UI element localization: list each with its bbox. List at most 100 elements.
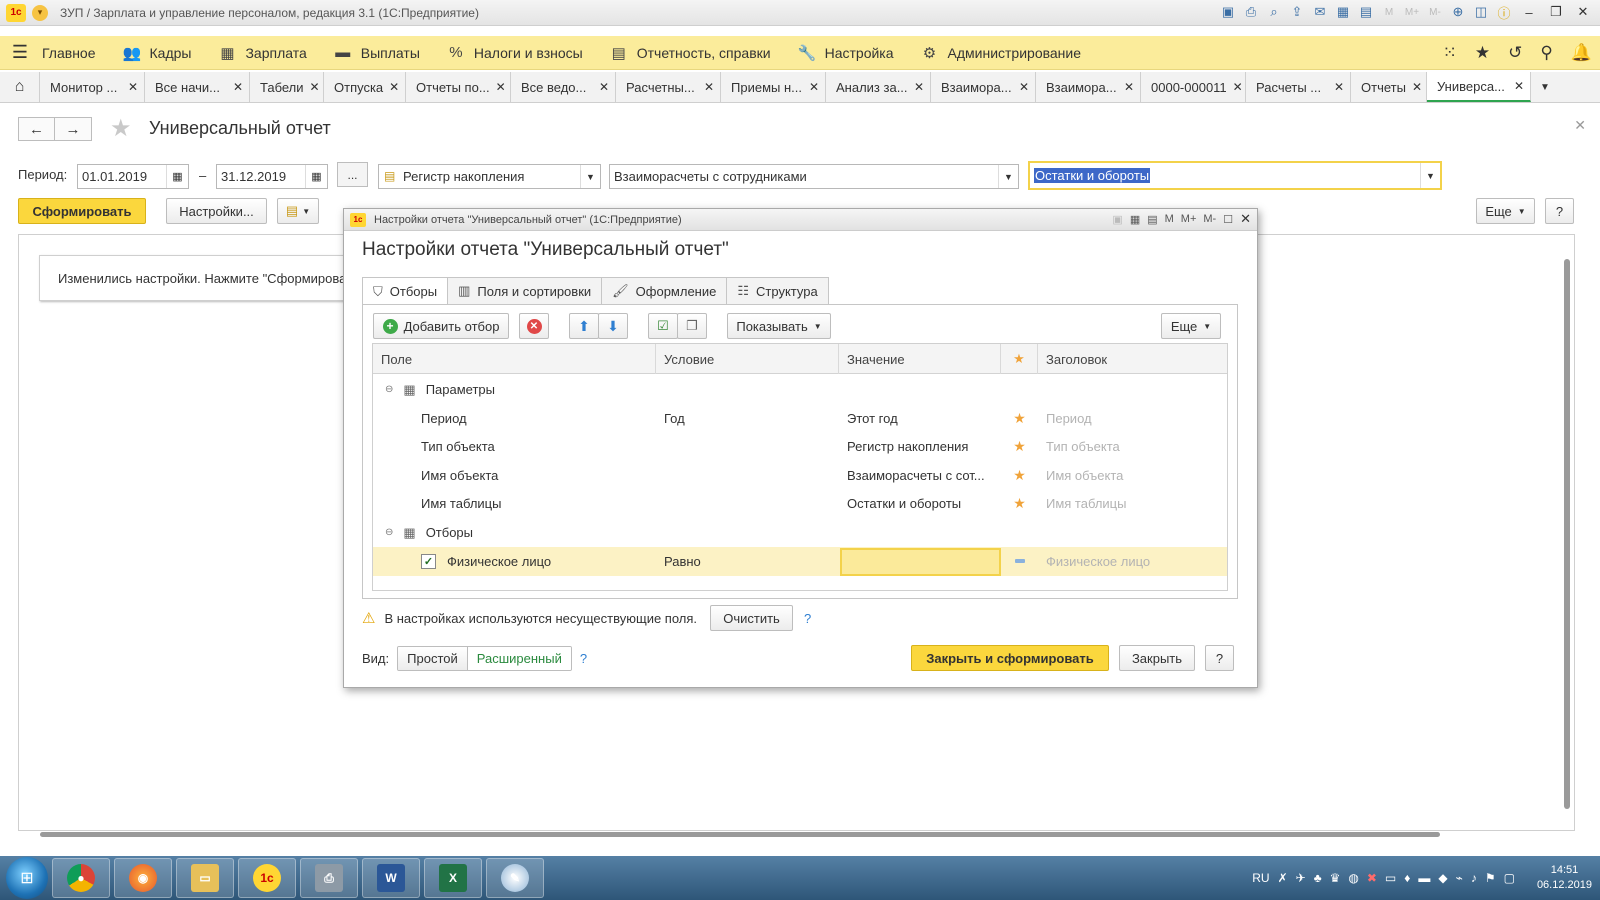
open-tab[interactable]: Приемы н... ✕ (721, 72, 826, 102)
tab-structure[interactable]: ☷ Структура (726, 277, 829, 304)
zoom-icon[interactable]: ⊕ (1449, 3, 1467, 21)
open-tab[interactable]: Монитор ... ✕ (40, 72, 145, 102)
close-tab-icon[interactable]: ✕ (1514, 79, 1524, 93)
tray-app-icon[interactable]: ▬ (1418, 871, 1430, 885)
column-star-icon[interactable]: ★ (1001, 344, 1038, 374)
open-tab[interactable]: Все начи... ✕ (145, 72, 250, 102)
settings-button[interactable]: Настройки... (166, 198, 267, 224)
mem-m[interactable]: M (1165, 213, 1174, 225)
table-row[interactable]: Имя таблицы Остатки и обороты ★ Имя таблицы (373, 489, 1227, 518)
date-from-field[interactable]: 01.01.2019 ▦ (77, 164, 189, 189)
scroll-thumb[interactable] (40, 832, 1440, 837)
open-tab[interactable]: Отчеты по... ✕ (406, 72, 511, 102)
taskbar-excel[interactable]: X (424, 858, 482, 898)
tray-app-icon[interactable]: ◍ (1348, 871, 1358, 885)
menu-item-admin[interactable]: ⚙ Администрирование (911, 44, 1099, 62)
main-menu-icon[interactable]: ▾ (32, 4, 48, 21)
value-input[interactable] (840, 547, 1001, 576)
calendar-icon[interactable]: ▤ (1147, 213, 1157, 226)
star-icon[interactable]: ★ (1001, 489, 1038, 518)
scroll-thumb[interactable] (1564, 259, 1570, 809)
close-and-generate-button[interactable]: Закрыть и сформировать (911, 645, 1109, 671)
taskbar-printer[interactable]: ⎙ (300, 858, 358, 898)
open-tab[interactable]: Взаимора... ✕ (1036, 72, 1141, 102)
open-tab[interactable]: Все ведо... ✕ (511, 72, 616, 102)
close-tab-icon[interactable]: ✕ (704, 80, 714, 94)
collapse-icon[interactable]: ⊖ (385, 384, 393, 395)
group-row[interactable]: ⊖ ▦ Отборы (373, 518, 1227, 547)
close-dialog-button[interactable]: Закрыть (1119, 645, 1195, 671)
table-row[interactable]: Период Год Этот год ★ Период (373, 404, 1227, 433)
open-tab[interactable]: Табели ✕ (250, 72, 324, 102)
column-title[interactable]: Заголовок (1038, 344, 1227, 374)
start-button[interactable]: ⊞ (6, 857, 48, 899)
open-tab[interactable]: Анализ за... ✕ (826, 72, 931, 102)
uncheck-all-button[interactable]: ❐ (677, 313, 707, 339)
star-icon[interactable] (1001, 375, 1038, 404)
close-tab-icon[interactable]: ✕ (809, 80, 819, 94)
close-tab-icon[interactable]: ✕ (128, 80, 138, 94)
tray-app-icon[interactable]: ♛ (1330, 871, 1341, 885)
view-extended-button[interactable]: Расширенный (466, 647, 571, 670)
close-icon[interactable]: ✕ (1240, 211, 1251, 227)
menu-item-reports[interactable]: ▤ Отчетность, справки (600, 44, 788, 62)
menu-item-settings[interactable]: 🔧 Настройка (788, 44, 911, 62)
view-simple-button[interactable]: Простой (398, 647, 467, 670)
tab-fields-sorting[interactable]: ▥ Поля и сортировки (447, 277, 603, 304)
tray-app-icon[interactable]: ♦ (1404, 871, 1410, 885)
maximize-icon[interactable]: ☐ (1223, 213, 1233, 226)
star-icon[interactable]: ★ (1001, 404, 1038, 433)
show-dropdown-button[interactable]: Показывать ▼ (727, 313, 831, 339)
close-tab-icon[interactable]: ✕ (1019, 80, 1029, 94)
mem-m-plus[interactable]: M+ (1403, 3, 1421, 21)
mem-m-minus[interactable]: M- (1203, 213, 1216, 225)
tray-app-icon[interactable]: ✈ (1296, 871, 1306, 885)
taskbar-firefox[interactable]: ◉ (114, 858, 172, 898)
menu-item-payments[interactable]: ▬ Выплаты (324, 44, 437, 61)
menu-item-main[interactable]: Главное (40, 45, 113, 61)
calculator-icon[interactable]: ▦ (1130, 213, 1140, 226)
open-tab[interactable]: Расчеты ... ✕ (1246, 72, 1351, 102)
tab-appearance[interactable]: 🖌 Оформление (601, 277, 728, 304)
delete-filter-button[interactable]: ✕ (519, 313, 549, 339)
dialog-more-button[interactable]: Еще ▼ (1161, 313, 1221, 339)
close-tab-icon[interactable]: ✕ (1233, 80, 1243, 94)
menu-item-taxes[interactable]: % Налоги и взносы (437, 44, 600, 61)
variant-button[interactable]: ▤ ▼ (277, 198, 319, 224)
tab-filters[interactable]: ⛉ Отборы (362, 277, 449, 305)
close-page-icon[interactable]: ✕ (1574, 117, 1586, 134)
table-row[interactable]: Имя объекта Взаиморасчеты с сот... ★ Имя об… (373, 461, 1227, 490)
save-icon[interactable]: ▣ (1112, 213, 1122, 226)
chevron-down-icon[interactable]: ▼ (580, 165, 600, 188)
save-icon[interactable]: ▣ (1219, 3, 1237, 21)
close-tab-icon[interactable]: ✕ (310, 80, 320, 94)
close-tab-icon[interactable]: ✕ (233, 80, 243, 94)
filter-checkbox[interactable]: ✓ (421, 553, 436, 569)
more-button[interactable]: Еще ▼ (1476, 198, 1535, 224)
tray-app-icon[interactable]: ▭ (1385, 871, 1396, 885)
help-button[interactable]: ? (1545, 198, 1574, 224)
generate-button[interactable]: Сформировать (18, 198, 146, 224)
taskbar-chrome[interactable]: ● (52, 858, 110, 898)
star-icon[interactable]: ★ (1001, 461, 1038, 490)
calculator-icon[interactable]: ▦ (1334, 3, 1352, 21)
taskbar-word[interactable]: W (362, 858, 420, 898)
close-tab-icon[interactable]: ✕ (1124, 80, 1134, 94)
open-tab[interactable]: Универса... ✕ (1427, 72, 1531, 102)
close-tab-icon[interactable]: ✕ (1334, 80, 1344, 94)
table-row[interactable]: Тип объекта Регистр накопления ★ Тип объект… (373, 432, 1227, 461)
register-name-select[interactable]: Взаиморасчеты с сотрудниками ▼ (609, 164, 1019, 189)
collapse-icon[interactable]: ⊖ (385, 527, 393, 538)
column-condition[interactable]: Условие (656, 344, 839, 374)
taskbar-paint[interactable]: ✎ (486, 858, 544, 898)
open-tab[interactable]: Расчетны... ✕ (616, 72, 721, 102)
date-to-field[interactable]: 31.12.2019 ▦ (216, 164, 328, 189)
bell-icon[interactable]: 🔔 (1571, 43, 1592, 63)
table-row[interactable]: ✓ Физическое лицо Равно Физическое лицо (373, 546, 1227, 576)
close-tab-icon[interactable]: ✕ (599, 80, 609, 94)
action-center-icon[interactable]: ▢ (1504, 871, 1515, 885)
calendar-icon[interactable]: ▤ (1357, 3, 1375, 21)
burger-icon[interactable]: ☰ (0, 42, 40, 63)
calendar-icon[interactable]: ▦ (166, 165, 188, 188)
panels-icon[interactable]: ◫ (1472, 3, 1490, 21)
